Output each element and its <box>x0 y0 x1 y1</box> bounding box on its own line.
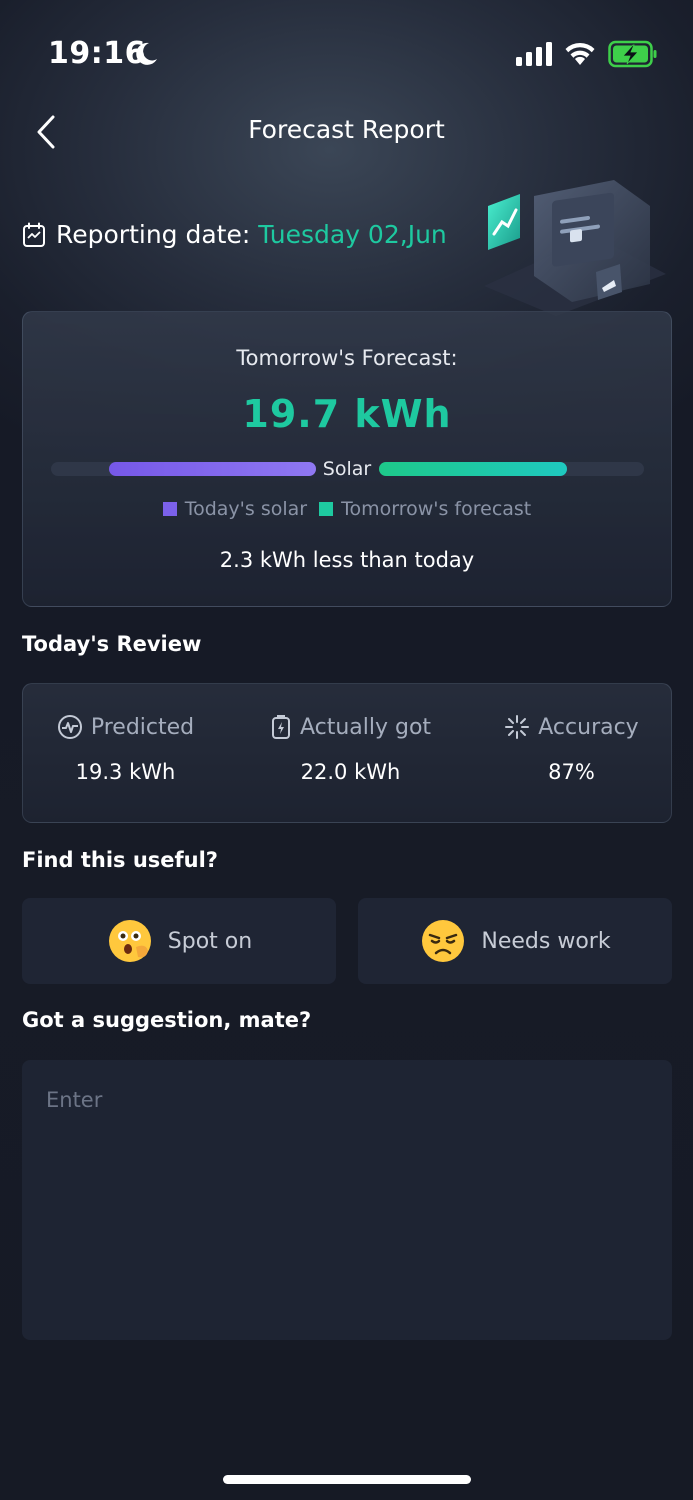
needs-work-label: Needs work <box>481 928 611 954</box>
legend-swatch-teal <box>319 502 334 516</box>
suggestion-title: Got a suggestion, mate? <box>22 1008 312 1032</box>
review-accuracy-label: Accuracy <box>538 714 639 740</box>
review-predicted: Predicted 19.3 kWh <box>23 714 228 784</box>
forecast-legend: Today's solar Tomorrow's forecast <box>23 498 671 520</box>
wifi-icon <box>565 42 595 65</box>
review-actual: Actually got 22.0 kWh <box>248 714 453 784</box>
review-card: Predicted 19.3 kWh Actually got 22.0 kWh <box>22 683 672 823</box>
spot-on-button[interactable]: Spot on <box>22 898 336 984</box>
calendar-icon <box>23 222 45 247</box>
review-actual-value: 22.0 kWh <box>300 760 401 784</box>
needs-work-button[interactable]: Needs work <box>358 898 672 984</box>
review-title: Today's Review <box>22 632 202 656</box>
forecast-card: Tomorrow's Forecast: 19.7 kWh Solar Toda… <box>22 311 672 607</box>
battery-bolt-icon <box>271 715 290 739</box>
signal-icon <box>516 42 552 66</box>
forecast-label: Tomorrow's Forecast: <box>236 346 458 370</box>
review-predicted-value: 19.3 kWh <box>75 760 176 784</box>
moon-icon <box>136 42 157 65</box>
legend-item-tomorrow-forecast: Tomorrow's forecast <box>319 498 531 520</box>
suggestion-input[interactable] <box>22 1060 672 1340</box>
reporting-date-value: Tuesday 02,Jun <box>258 220 447 249</box>
reporting-date-label: Reporting date: <box>56 220 251 249</box>
sparkle-icon <box>505 715 530 739</box>
tired-face-icon <box>422 920 465 962</box>
review-actual-label: Actually got <box>299 714 432 740</box>
home-indicator[interactable] <box>223 1475 471 1484</box>
battery-charging-icon <box>608 40 657 68</box>
reporting-date-row: Reporting date: Tuesday 02,Jun <box>22 220 447 249</box>
spot-on-label: Spot on <box>167 928 253 954</box>
legend-label-todays-solar: Today's solar <box>184 498 308 520</box>
legend-label-tomorrow-forecast: Tomorrow's forecast <box>341 498 532 520</box>
pulse-icon <box>57 715 82 739</box>
tomorrow-forecast-bar <box>379 462 568 476</box>
page-title: Forecast Report <box>248 115 445 144</box>
legend-item-todays-solar: Today's solar <box>162 498 308 520</box>
review-accuracy-value: 87% <box>548 760 595 784</box>
feedback-title: Find this useful? <box>22 848 218 872</box>
tomorrow-forecast-bar-track <box>379 462 644 476</box>
surprised-face-icon <box>108 920 151 962</box>
forecast-value: 19.7 kWh <box>242 392 452 436</box>
legend-swatch-purple <box>162 502 177 516</box>
forecast-comparison: 2.3 kWh less than today <box>219 548 475 572</box>
review-predicted-label: Predicted <box>90 714 195 740</box>
report-illustration <box>484 180 666 316</box>
review-accuracy: Accuracy 87% <box>469 714 674 784</box>
